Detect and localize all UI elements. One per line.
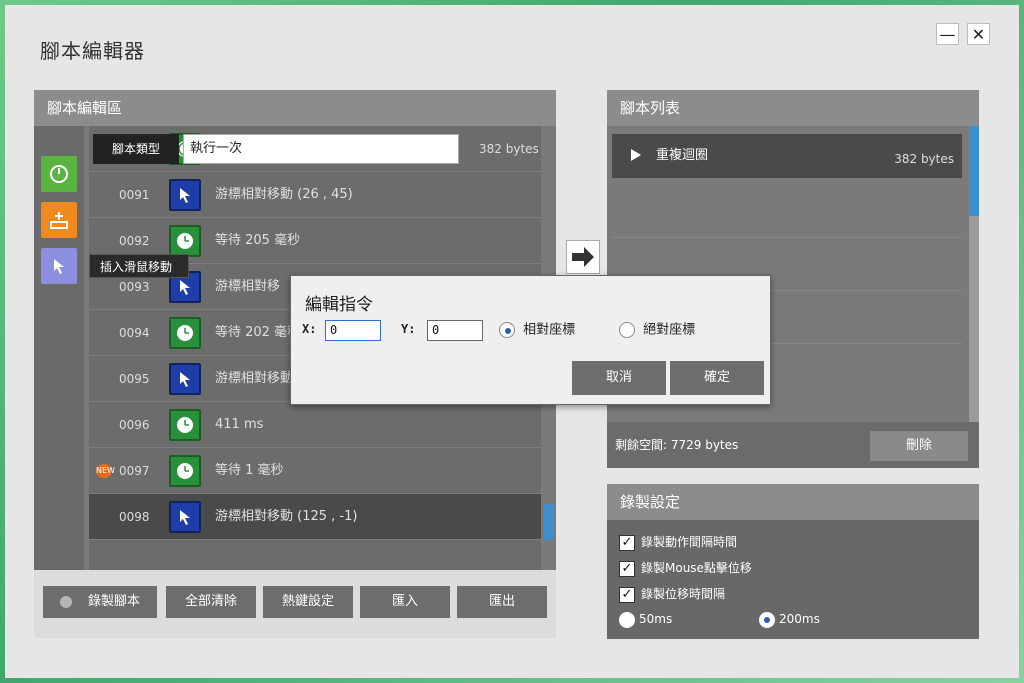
insert-mouse-move-tooltip: 插入滑鼠移動 (89, 254, 189, 278)
x-input[interactable]: 0 (325, 320, 381, 341)
command-text: 411 ms (215, 417, 264, 432)
editor-header: 腳本編輯區 (34, 90, 556, 126)
radio-200ms[interactable]: 200ms (759, 610, 820, 628)
list-item[interactable]: NEW 0097 等待 1 毫秒 (89, 448, 541, 494)
mouse-cursor-icon (54, 259, 64, 274)
radio-50ms[interactable]: 50ms (619, 610, 672, 628)
export-button[interactable]: 匯出 (457, 586, 547, 618)
cursor-icon (169, 179, 201, 211)
import-button[interactable]: 匯入 (360, 586, 450, 618)
script-list-header: 腳本列表 (607, 90, 979, 126)
absolute-coordinates-radio[interactable]: 絕對座標 (619, 322, 695, 339)
script-size: 382 bytes (894, 152, 954, 166)
script-size: 382 bytes (479, 142, 539, 156)
option-record-action-interval[interactable]: ✓ 錄製動作間隔時間 (619, 532, 737, 552)
x-label: X: (302, 322, 317, 336)
window-title: 腳本編輯器 (40, 39, 145, 63)
radio-button-selected[interactable] (759, 611, 775, 628)
record-dot-icon (59, 595, 72, 608)
delete-button[interactable]: 刪除 (870, 431, 968, 461)
command-number: 0097 (119, 464, 150, 478)
script-list-footer: 剩餘空間: 7729 bytes 刪除 (607, 422, 979, 468)
command-number: 0095 (119, 372, 150, 386)
record-settings-panel: 錄製設定 ✓ 錄製動作間隔時間 ✓ 錄製Mouse點擊位移 ✓ 錄製位移時間隔 50m… (607, 484, 979, 639)
command-text: 游標相對移 (215, 279, 281, 294)
insert-mouse-move-button[interactable] (41, 248, 77, 284)
editor-toolbar: 錄製腳本 全部清除 熱鍵設定 匯入 匯出 (34, 570, 556, 638)
command-number: 0098 (119, 510, 150, 524)
cursor-icon (169, 501, 201, 533)
script-name: 重複迴圈 (656, 148, 709, 163)
record-settings-header: 錄製設定 (607, 484, 979, 520)
relative-coordinates-radio[interactable]: 相對座標 (499, 322, 575, 339)
new-badge: NEW (96, 464, 115, 478)
confirm-button[interactable]: 確定 (670, 361, 764, 395)
checkbox-checked[interactable]: ✓ (619, 560, 635, 577)
list-item-selected[interactable]: 0098 游標相對移動 (125 , -1) (89, 494, 541, 540)
close-button[interactable]: ✕ (967, 23, 990, 45)
play-icon (628, 148, 644, 162)
radio-button[interactable] (619, 611, 635, 628)
option-record-mouse-click[interactable]: ✓ 錄製Mouse點擊位移 (619, 558, 752, 578)
arrow-right-icon (572, 247, 594, 267)
tool-column (34, 126, 84, 570)
transfer-arrow-button[interactable] (566, 240, 600, 274)
script-item[interactable]: 重複迴圈 382 bytes (612, 134, 962, 178)
command-number: 0091 (119, 188, 150, 202)
command-text: 等待 1 毫秒 (215, 463, 284, 478)
timer-icon (169, 317, 201, 349)
script-type-label: 腳本類型 (93, 134, 179, 164)
script-list-scrollbar[interactable] (969, 126, 979, 216)
insert-command-button[interactable] (41, 202, 77, 238)
edit-command-dialog: 編輯指令 X: 0 Y: 0 相對座標 絕對座標 取消 確定 (290, 275, 771, 405)
command-number: 0096 (119, 418, 150, 432)
list-item[interactable]: 0096 411 ms (89, 402, 541, 448)
y-input[interactable]: 0 (427, 320, 483, 341)
divider (612, 237, 962, 238)
checkbox-checked[interactable]: ✓ (619, 586, 635, 603)
power-icon (50, 165, 68, 183)
command-list-scrollbar[interactable] (544, 504, 554, 540)
command-text: 游標相對移動 (125 , -1) (215, 509, 358, 524)
command-text: 游標相對移動 (26 , 45) (215, 187, 353, 202)
power-button[interactable] (41, 156, 77, 192)
script-type-select[interactable]: 執行一次 (183, 134, 459, 164)
radio-button-selected[interactable] (499, 322, 515, 338)
insert-icon (50, 212, 68, 229)
clear-all-button[interactable]: 全部清除 (166, 586, 256, 618)
remaining-space: 剩餘空間: 7729 bytes (615, 438, 739, 452)
cancel-button[interactable]: 取消 (572, 361, 666, 395)
cursor-icon (169, 363, 201, 395)
timer-icon (169, 225, 201, 257)
checkbox-checked[interactable]: ✓ (619, 534, 635, 551)
minimize-button[interactable]: — (936, 23, 959, 45)
timer-icon (169, 455, 201, 487)
command-text: 等待 205 毫秒 (215, 233, 301, 248)
radio-button[interactable] (619, 322, 635, 338)
option-record-move-interval[interactable]: ✓ 錄製位移時間隔 (619, 584, 725, 604)
command-text: 等待 202 毫秒 (215, 325, 301, 340)
timer-icon (169, 409, 201, 441)
dialog-title: 編輯指令 (305, 295, 373, 315)
y-label: Y: (401, 322, 416, 336)
record-script-button[interactable]: 錄製腳本 (43, 586, 157, 618)
list-item[interactable]: 0091 游標相對移動 (26 , 45) (89, 172, 541, 218)
command-number: 0094 (119, 326, 150, 340)
hotkey-settings-button[interactable]: 熱鍵設定 (263, 586, 353, 618)
script-type-row: 腳本類型 執行一次 382 bytes (89, 134, 541, 164)
